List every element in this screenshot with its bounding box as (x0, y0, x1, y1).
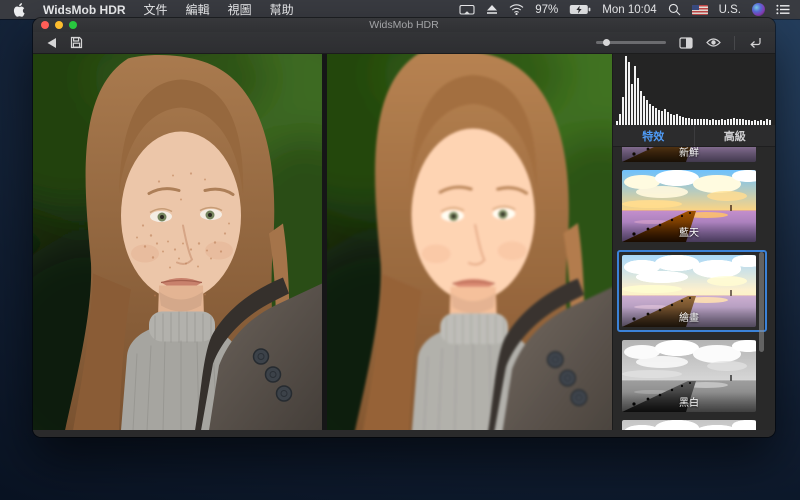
menu-view[interactable]: 視圖 (228, 1, 252, 18)
effect-label: 藍天 (622, 222, 756, 242)
histogram (613, 54, 775, 125)
menu-bar: WidsMob HDR 文件 編輯 視圖 幫助 97% (0, 0, 800, 19)
spotlight-search-icon[interactable] (668, 3, 681, 16)
eject-icon[interactable] (486, 4, 498, 15)
effect-list: 新鮮 藍天 繪畫 黑白 (613, 147, 775, 430)
battery-percent: 97% (535, 4, 558, 16)
tab-effects[interactable]: 特效 (613, 125, 694, 146)
input-source-flag-icon[interactable] (692, 5, 708, 15)
reset-button[interactable] (748, 36, 762, 49)
photo-after (327, 54, 612, 430)
display-mirroring-icon[interactable] (459, 4, 475, 16)
effect-item-blackwhite[interactable]: 黑白 (622, 340, 756, 412)
menu-edit[interactable]: 編輯 (186, 1, 210, 18)
title-bar[interactable]: WidsMob HDR (33, 18, 775, 32)
app-window: WidsMob HDR (33, 18, 775, 437)
menu-file[interactable]: 文件 (144, 1, 168, 18)
battery-icon[interactable] (569, 4, 591, 15)
compare-opacity-slider[interactable] (596, 38, 666, 48)
sidebar-scrollbar[interactable] (759, 252, 764, 352)
slider-knob[interactable] (603, 39, 610, 46)
close-window-button[interactable] (41, 21, 49, 29)
minimize-window-button[interactable] (55, 21, 63, 29)
effect-label: 繪畫 (622, 307, 756, 327)
siri-icon[interactable] (752, 3, 765, 16)
wifi-icon[interactable] (509, 4, 524, 15)
effect-item-painting[interactable]: 繪畫 (622, 255, 756, 327)
save-button[interactable] (70, 36, 83, 49)
sidebar: 特效 高級 新鮮 藍天 繪畫 (612, 54, 775, 430)
tab-advanced[interactable]: 高級 (694, 125, 776, 146)
menu-clock[interactable]: Mon 10:04 (602, 4, 656, 16)
effect-item-fresh[interactable]: 新鮮 (622, 147, 756, 162)
back-button[interactable] (46, 37, 57, 49)
apple-menu-icon[interactable] (13, 3, 25, 17)
effect-item-painting-selected[interactable]: 繪畫 (617, 250, 767, 332)
sidebar-tabs: 特效 高級 (613, 125, 775, 147)
split-view-icon[interactable] (679, 37, 693, 49)
preview-eye-icon[interactable] (706, 37, 721, 48)
effect-label: 新鮮 (622, 147, 756, 162)
window-title: WidsMob HDR (33, 18, 775, 33)
window-bottom-strip (33, 430, 775, 437)
menu-app-name[interactable]: WidsMob HDR (43, 3, 126, 17)
effect-label: 黑白 (622, 392, 756, 412)
notification-list-icon[interactable] (776, 4, 790, 15)
toolbar (33, 32, 775, 54)
desktop: WidsMob HDR 文件 編輯 視圖 幫助 97% (0, 0, 800, 500)
input-source-label[interactable]: U.S. (719, 4, 741, 16)
zoom-window-button[interactable] (69, 21, 77, 29)
photo-before (33, 54, 322, 430)
toolbar-divider (734, 36, 735, 50)
effect-item-bluesky[interactable]: 藍天 (622, 170, 756, 242)
menu-help[interactable]: 幫助 (270, 1, 294, 18)
effect-item-partial[interactable] (622, 420, 756, 430)
